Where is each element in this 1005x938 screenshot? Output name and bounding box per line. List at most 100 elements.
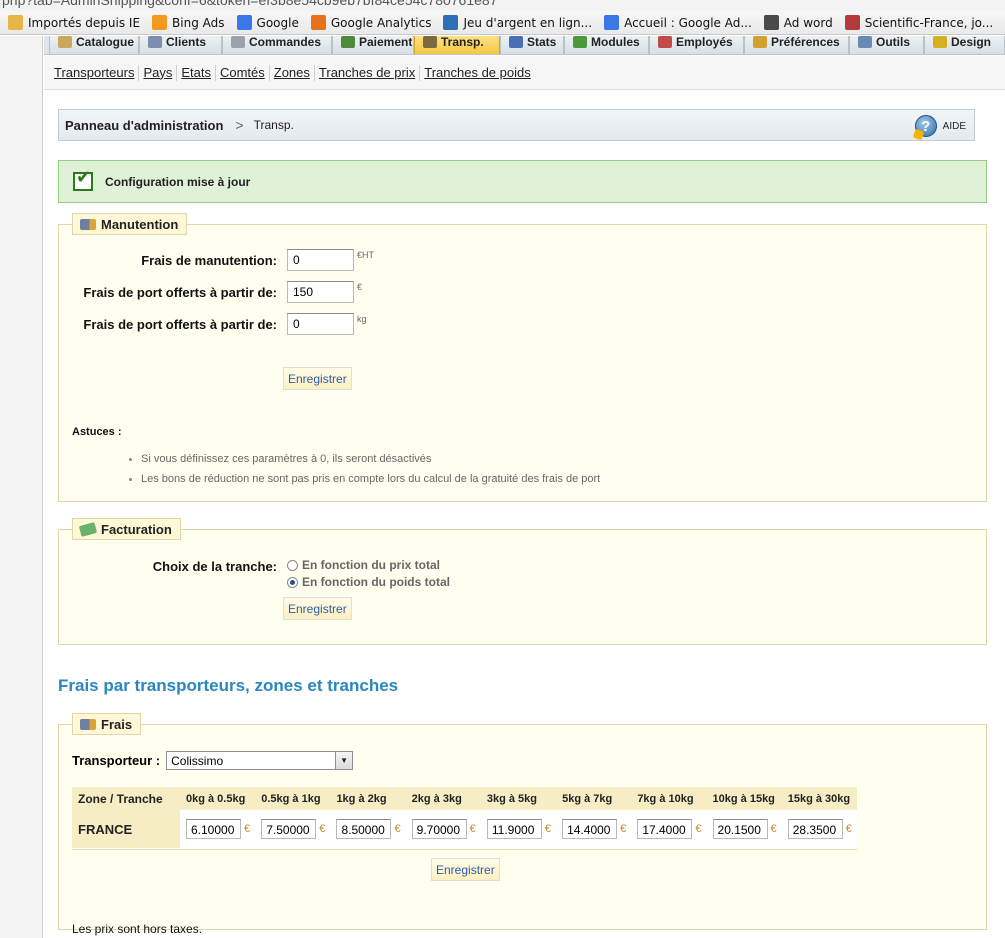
subtab-link[interactable]: Transporteurs [50, 64, 140, 81]
breadcrumb-home[interactable]: Panneau d'administration [65, 118, 223, 133]
tab-catalogue[interactable]: Catalogue [49, 36, 139, 54]
currency-symbol: € [845, 823, 852, 835]
bookmark-item[interactable]: Importés depuis IE [8, 15, 140, 30]
handling-field-unit: € [357, 282, 363, 292]
rate-input[interactable]: 7.50000 [261, 819, 317, 839]
tab-icon [509, 36, 523, 48]
rate-input[interactable]: 20.1500 [712, 819, 768, 839]
currency-symbol: € [544, 823, 551, 835]
tab-icon [341, 36, 355, 48]
rate-input[interactable]: 14.4000 [562, 819, 618, 839]
handling-save-button[interactable]: Enregistrer [283, 367, 352, 390]
bing-icon [152, 15, 168, 30]
tab-icon [858, 36, 872, 48]
tab-commandes[interactable]: Commandes [222, 36, 332, 54]
bookmark-label: Importés depuis IE [28, 15, 141, 30]
tab-icon [148, 36, 162, 48]
currency-symbol: € [469, 823, 476, 835]
subtab-link[interactable]: Tranches de poids [420, 65, 534, 81]
bookmark-item[interactable]: Accueil : Google Ad... [604, 15, 752, 30]
rate-cell: 14.4000 € [556, 810, 632, 848]
billing-fieldset: Facturation Choix de la tranche: En fonc… [58, 518, 987, 645]
rates-table: Zone / Tranche 0kg à 0.5kg 0.5kg à 1kg 1kg … [72, 787, 857, 848]
tab-label: Outils [876, 36, 911, 49]
rate-input[interactable]: 9.70000 [411, 819, 467, 839]
rate-cell: 17.4000 € [631, 810, 707, 848]
bookmarks-bar: Importés depuis IE Bing Ads Google Google A… [0, 11, 1005, 35]
tab-outils[interactable]: Outils [849, 36, 924, 54]
help-button[interactable]: ? AIDE [914, 115, 966, 137]
help-label: AIDE [942, 120, 966, 132]
tab-modules[interactable]: Modules [564, 36, 649, 54]
billing-option[interactable]: En fonction du poids total [287, 575, 450, 589]
subtab-link[interactable]: Pays [139, 64, 178, 81]
rate-cell: 9.70000 € [405, 810, 481, 848]
tab-label: Employés [676, 36, 733, 49]
billing-option[interactable]: En fonction du prix total [287, 558, 450, 572]
tab-icon [753, 36, 767, 48]
tab-transp[interactable]: Transp. [414, 36, 500, 54]
handling-field-label: Frais de port offerts à partir de: [83, 284, 277, 300]
subtab-link[interactable]: Tranches de prix [315, 64, 421, 81]
handling-field-row: Frais de port offerts à partir de: 150 € [59, 281, 362, 303]
billing-options: En fonction du prix total En fonction du … [287, 558, 450, 592]
confirmation-message: Configuration mise à jour [58, 160, 987, 203]
rates-table-wrap: Zone / Tranche 0kg à 0.5kg 0.5kg à 1kg 1kg … [72, 725, 857, 936]
handling-field-input[interactable]: 0 [287, 313, 354, 335]
handling-legend: Manutention [72, 213, 188, 235]
bookmark-item[interactable]: Bing Ads [152, 15, 225, 30]
subtab-link[interactable]: Comtés [216, 64, 270, 81]
billing-row: Choix de la tranche: En fonction du prix… [59, 556, 450, 592]
bookmark-item[interactable]: Jeu d'argent en lign... [443, 15, 592, 30]
rate-input[interactable]: 6.10000 [186, 819, 241, 839]
currency-symbol: € [770, 823, 777, 835]
tab-stats[interactable]: Stats [500, 36, 564, 54]
tips-title: Astuces : [72, 426, 122, 438]
bookmark-label: Bing Ads [172, 15, 225, 30]
zone-cell: FRANCE [72, 810, 180, 848]
subtab-link[interactable]: Etats [177, 64, 216, 81]
radio-button[interactable] [287, 576, 298, 588]
handling-field-row: Frais de port offerts à partir de: 0 kg [59, 313, 367, 335]
breadcrumb-current: Transp. [253, 118, 294, 132]
rate-input[interactable]: 8.50000 [336, 819, 392, 839]
tab-prfrences[interactable]: Préférences [744, 36, 849, 54]
handling-field-input[interactable]: 150 [287, 281, 354, 303]
rates-column-header: 2kg à 3kg [405, 787, 481, 810]
tab-paiement[interactable]: Paiement [332, 36, 414, 54]
rate-cell: 6.10000 € [180, 810, 256, 848]
fees-save-button[interactable]: Enregistrer [431, 858, 500, 881]
billing-legend: Facturation [72, 518, 181, 540]
analytics-icon [310, 15, 326, 30]
bookmark-label: Jeu d'argent en lign... [463, 15, 593, 30]
tab-label: Clients [166, 36, 207, 49]
help-icon: ? [914, 115, 937, 137]
rate-input[interactable]: 17.4000 [637, 819, 693, 839]
billing-legend-text: Facturation [101, 521, 172, 537]
truck-icon [80, 218, 96, 230]
rates-column-header: Zone / Tranche [72, 787, 180, 810]
tips-list: Si vous définissez ces paramètres à 0, i… [127, 453, 600, 493]
tab-label: Transp. [441, 36, 484, 49]
handling-field-input[interactable]: 0 [287, 249, 354, 271]
bookmark-item[interactable]: Google [236, 15, 299, 30]
tip-item: Les bons de réduction ne sont pas pris e… [127, 473, 600, 485]
tab-employs[interactable]: Employés [649, 36, 744, 54]
tab-design[interactable]: Design [924, 36, 1005, 54]
url-text: php?tab=AdminShipping&conf=6&token=ef3b8… [2, 0, 498, 8]
rates-column-header: 15kg à 30kg [781, 787, 857, 810]
bookmark-item[interactable]: Google Analytics [310, 15, 431, 30]
table-row: FRANCE 6.10000 €7.50000 €8.50000 €9.70000 €11… [72, 810, 857, 848]
rate-input[interactable]: 28.3500 [787, 819, 843, 839]
handling-legend-text: Manutention [101, 216, 179, 232]
bookmark-item[interactable]: Scientific-France, jo... [844, 15, 993, 30]
billing-save-button[interactable]: Enregistrer [283, 597, 352, 620]
address-bar-fragment[interactable]: php?tab=AdminShipping&conf=6&token=ef3b8… [0, 0, 1005, 11]
subtab-link[interactable]: Zones [270, 64, 315, 81]
rate-input[interactable]: 11.9000 [486, 819, 542, 839]
bookmark-item[interactable]: Ad word [763, 15, 833, 30]
tab-label: Design [951, 36, 992, 49]
tab-clients[interactable]: Clients [139, 36, 222, 54]
radio-button[interactable] [287, 559, 298, 571]
tab-label: Paiement [359, 36, 413, 49]
